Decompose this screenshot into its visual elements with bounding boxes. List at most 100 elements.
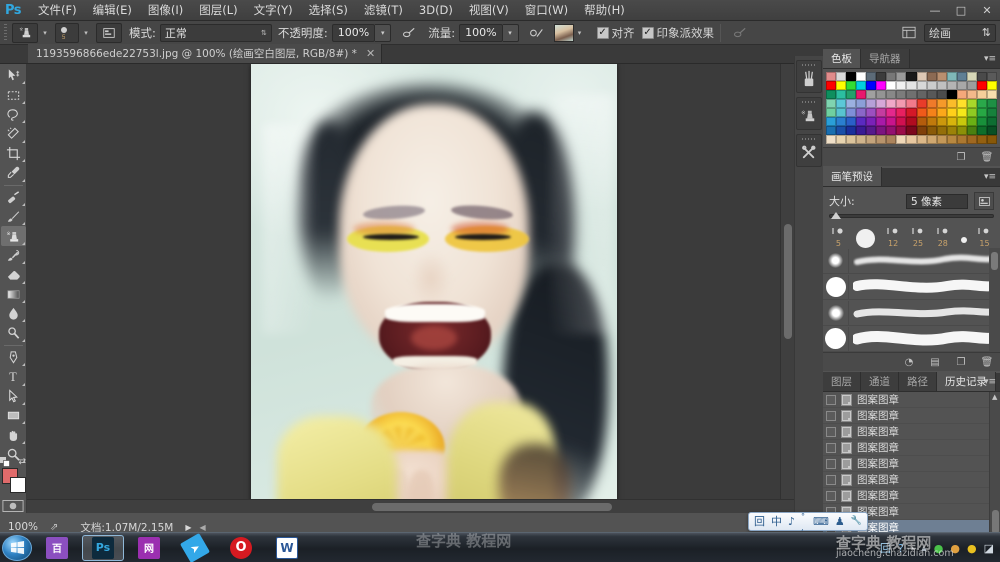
menu-layer[interactable]: 图层(L) <box>191 1 245 20</box>
swatch-57[interactable] <box>886 99 897 108</box>
history-snapshot-checkbox[interactable] <box>826 442 836 453</box>
brush-size-input[interactable]: 5 像素 <box>906 193 968 209</box>
ime-language-bar[interactable]: 回 中 ♪ °‚ ⌨ ♟ 🔧 <box>748 512 868 532</box>
swatch-29[interactable] <box>946 81 957 90</box>
rectangle-tool[interactable] <box>1 406 26 425</box>
tool-preset-dropdown[interactable]: ▾ <box>39 23 51 43</box>
history-snapshot-checkbox[interactable] <box>826 394 836 405</box>
history-snapshot-checkbox[interactable] <box>826 426 836 437</box>
taskbar-photoshop[interactable]: Ps <box>82 534 124 561</box>
swatch-81[interactable] <box>956 108 967 117</box>
menu-window[interactable]: 窗口(W) <box>517 1 576 20</box>
swatch-9[interactable] <box>916 72 927 81</box>
swatch-22[interactable] <box>876 81 887 90</box>
scroll-up-icon[interactable]: ▲ <box>992 393 997 401</box>
swatch-48[interactable] <box>966 90 977 99</box>
spot-healing-brush-tool[interactable] <box>1 187 26 206</box>
swatch-135[interactable] <box>986 135 997 144</box>
menu-edit[interactable]: 编辑(E) <box>85 1 140 20</box>
swatch-117[interactable] <box>976 126 987 135</box>
swatch-86[interactable] <box>836 117 847 126</box>
swatch-51[interactable] <box>826 99 837 108</box>
menu-filter[interactable]: 滤镜(T) <box>356 1 411 20</box>
brush-tip-large-selected[interactable] <box>856 229 876 248</box>
swatch-45[interactable] <box>936 90 947 99</box>
swatch-55[interactable] <box>866 99 877 108</box>
new-brush-preset-group-icon[interactable]: ▤ <box>928 357 942 368</box>
swatch-8[interactable] <box>906 72 917 81</box>
flow-input[interactable]: 100% <box>459 23 503 42</box>
brush-stroke-item[interactable] <box>823 248 1000 274</box>
brush-preset-dropdown-arrow[interactable]: ▾ <box>80 23 92 43</box>
brush-size-slider-knob[interactable] <box>831 212 841 219</box>
swatch-16[interactable] <box>986 72 997 81</box>
swatch-47[interactable] <box>956 90 967 99</box>
swatch-28[interactable] <box>936 81 947 90</box>
swatch-56[interactable] <box>876 99 887 108</box>
canvas-horizontal-scroll-thumb[interactable] <box>372 503 612 511</box>
new-swatch-icon[interactable]: ❐ <box>954 152 968 163</box>
history-state-row[interactable]: 图案图章 <box>823 424 1000 440</box>
swatch-104[interactable] <box>846 126 857 135</box>
swatch-54[interactable] <box>856 99 867 108</box>
menu-view[interactable]: 视图(V) <box>461 1 517 20</box>
swatch-73[interactable] <box>876 108 887 117</box>
history-state-row[interactable]: 图案图章 <box>823 488 1000 504</box>
panel-menu-icon[interactable]: ▾≡ <box>984 54 996 64</box>
menu-help[interactable]: 帮助(H) <box>576 1 633 20</box>
swatch-87[interactable] <box>846 117 857 126</box>
panel-menu-icon[interactable]: ▾≡ <box>984 377 996 387</box>
history-state-row[interactable]: 图案图章 <box>823 392 1000 408</box>
swatch-15[interactable] <box>976 72 987 81</box>
swatch-106[interactable] <box>866 126 877 135</box>
swatch-68[interactable] <box>826 108 837 117</box>
panel-menu-icon[interactable]: ▾≡ <box>984 172 996 182</box>
brush-tip-15[interactable]: 15 <box>977 226 991 248</box>
swatch-105[interactable] <box>856 126 867 135</box>
workspace-switcher-icon[interactable] <box>900 24 918 42</box>
hand-tool[interactable] <box>1 425 26 444</box>
tray-update-icon[interactable]: ▲ <box>921 544 926 552</box>
swatch-112[interactable] <box>926 126 937 135</box>
taskbar-word[interactable]: W <box>266 535 308 561</box>
tool-presets-panel-icon[interactable] <box>796 134 822 167</box>
ime-punctuation-icon[interactable]: ♪ <box>788 516 795 527</box>
flow-stepper[interactable]: ▾ <box>502 23 519 42</box>
swatch-72[interactable] <box>866 108 877 117</box>
swatch-50[interactable] <box>986 90 997 99</box>
history-snapshot-checkbox[interactable] <box>826 474 836 485</box>
brush-tip-12[interactable]: 12 <box>886 226 900 248</box>
swatch-97[interactable] <box>946 117 957 126</box>
path-selection-tool[interactable] <box>1 387 26 406</box>
history-snapshot-checkbox[interactable] <box>826 490 836 501</box>
tab-swatches[interactable]: 色板 <box>823 49 861 68</box>
swatch-94[interactable] <box>916 117 927 126</box>
toggle-brush-tip-icon[interactable]: ◔ <box>902 357 916 368</box>
swatch-64[interactable] <box>956 99 967 108</box>
tablet-pressure-icon[interactable] <box>526 23 548 43</box>
swatch-108[interactable] <box>886 126 897 135</box>
brush-tip-5[interactable]: 5 <box>831 226 845 248</box>
canvas-vertical-scroll-thumb[interactable] <box>784 224 792 339</box>
swatch-92[interactable] <box>896 117 907 126</box>
swatch-124[interactable] <box>876 135 887 144</box>
swatch-66[interactable] <box>976 99 987 108</box>
image-canvas[interactable] <box>251 64 617 513</box>
swatch-23[interactable] <box>886 81 897 90</box>
eraser-tool[interactable] <box>1 265 26 284</box>
tab-brush-presets[interactable]: 画笔预设 <box>823 167 882 186</box>
swatch-42[interactable] <box>906 90 917 99</box>
brush-stroke-item[interactable] <box>823 274 1000 300</box>
close-button[interactable]: ✕ <box>974 0 1000 21</box>
swatch-5[interactable] <box>876 72 887 81</box>
swatch-100[interactable] <box>976 117 987 126</box>
brush-tip-row[interactable]: 5 12 25 28 15 <box>823 222 1000 248</box>
history-snapshot-checkbox[interactable] <box>826 458 836 469</box>
swatch-31[interactable] <box>966 81 977 90</box>
swatch-126[interactable] <box>896 135 907 144</box>
clone-source-panel-icon[interactable]: ※ <box>796 97 822 130</box>
tab-channels[interactable]: 通道 <box>861 372 899 391</box>
swatch-115[interactable] <box>956 126 967 135</box>
pen-tool[interactable] <box>1 348 26 367</box>
swatch-49[interactable] <box>976 90 987 99</box>
